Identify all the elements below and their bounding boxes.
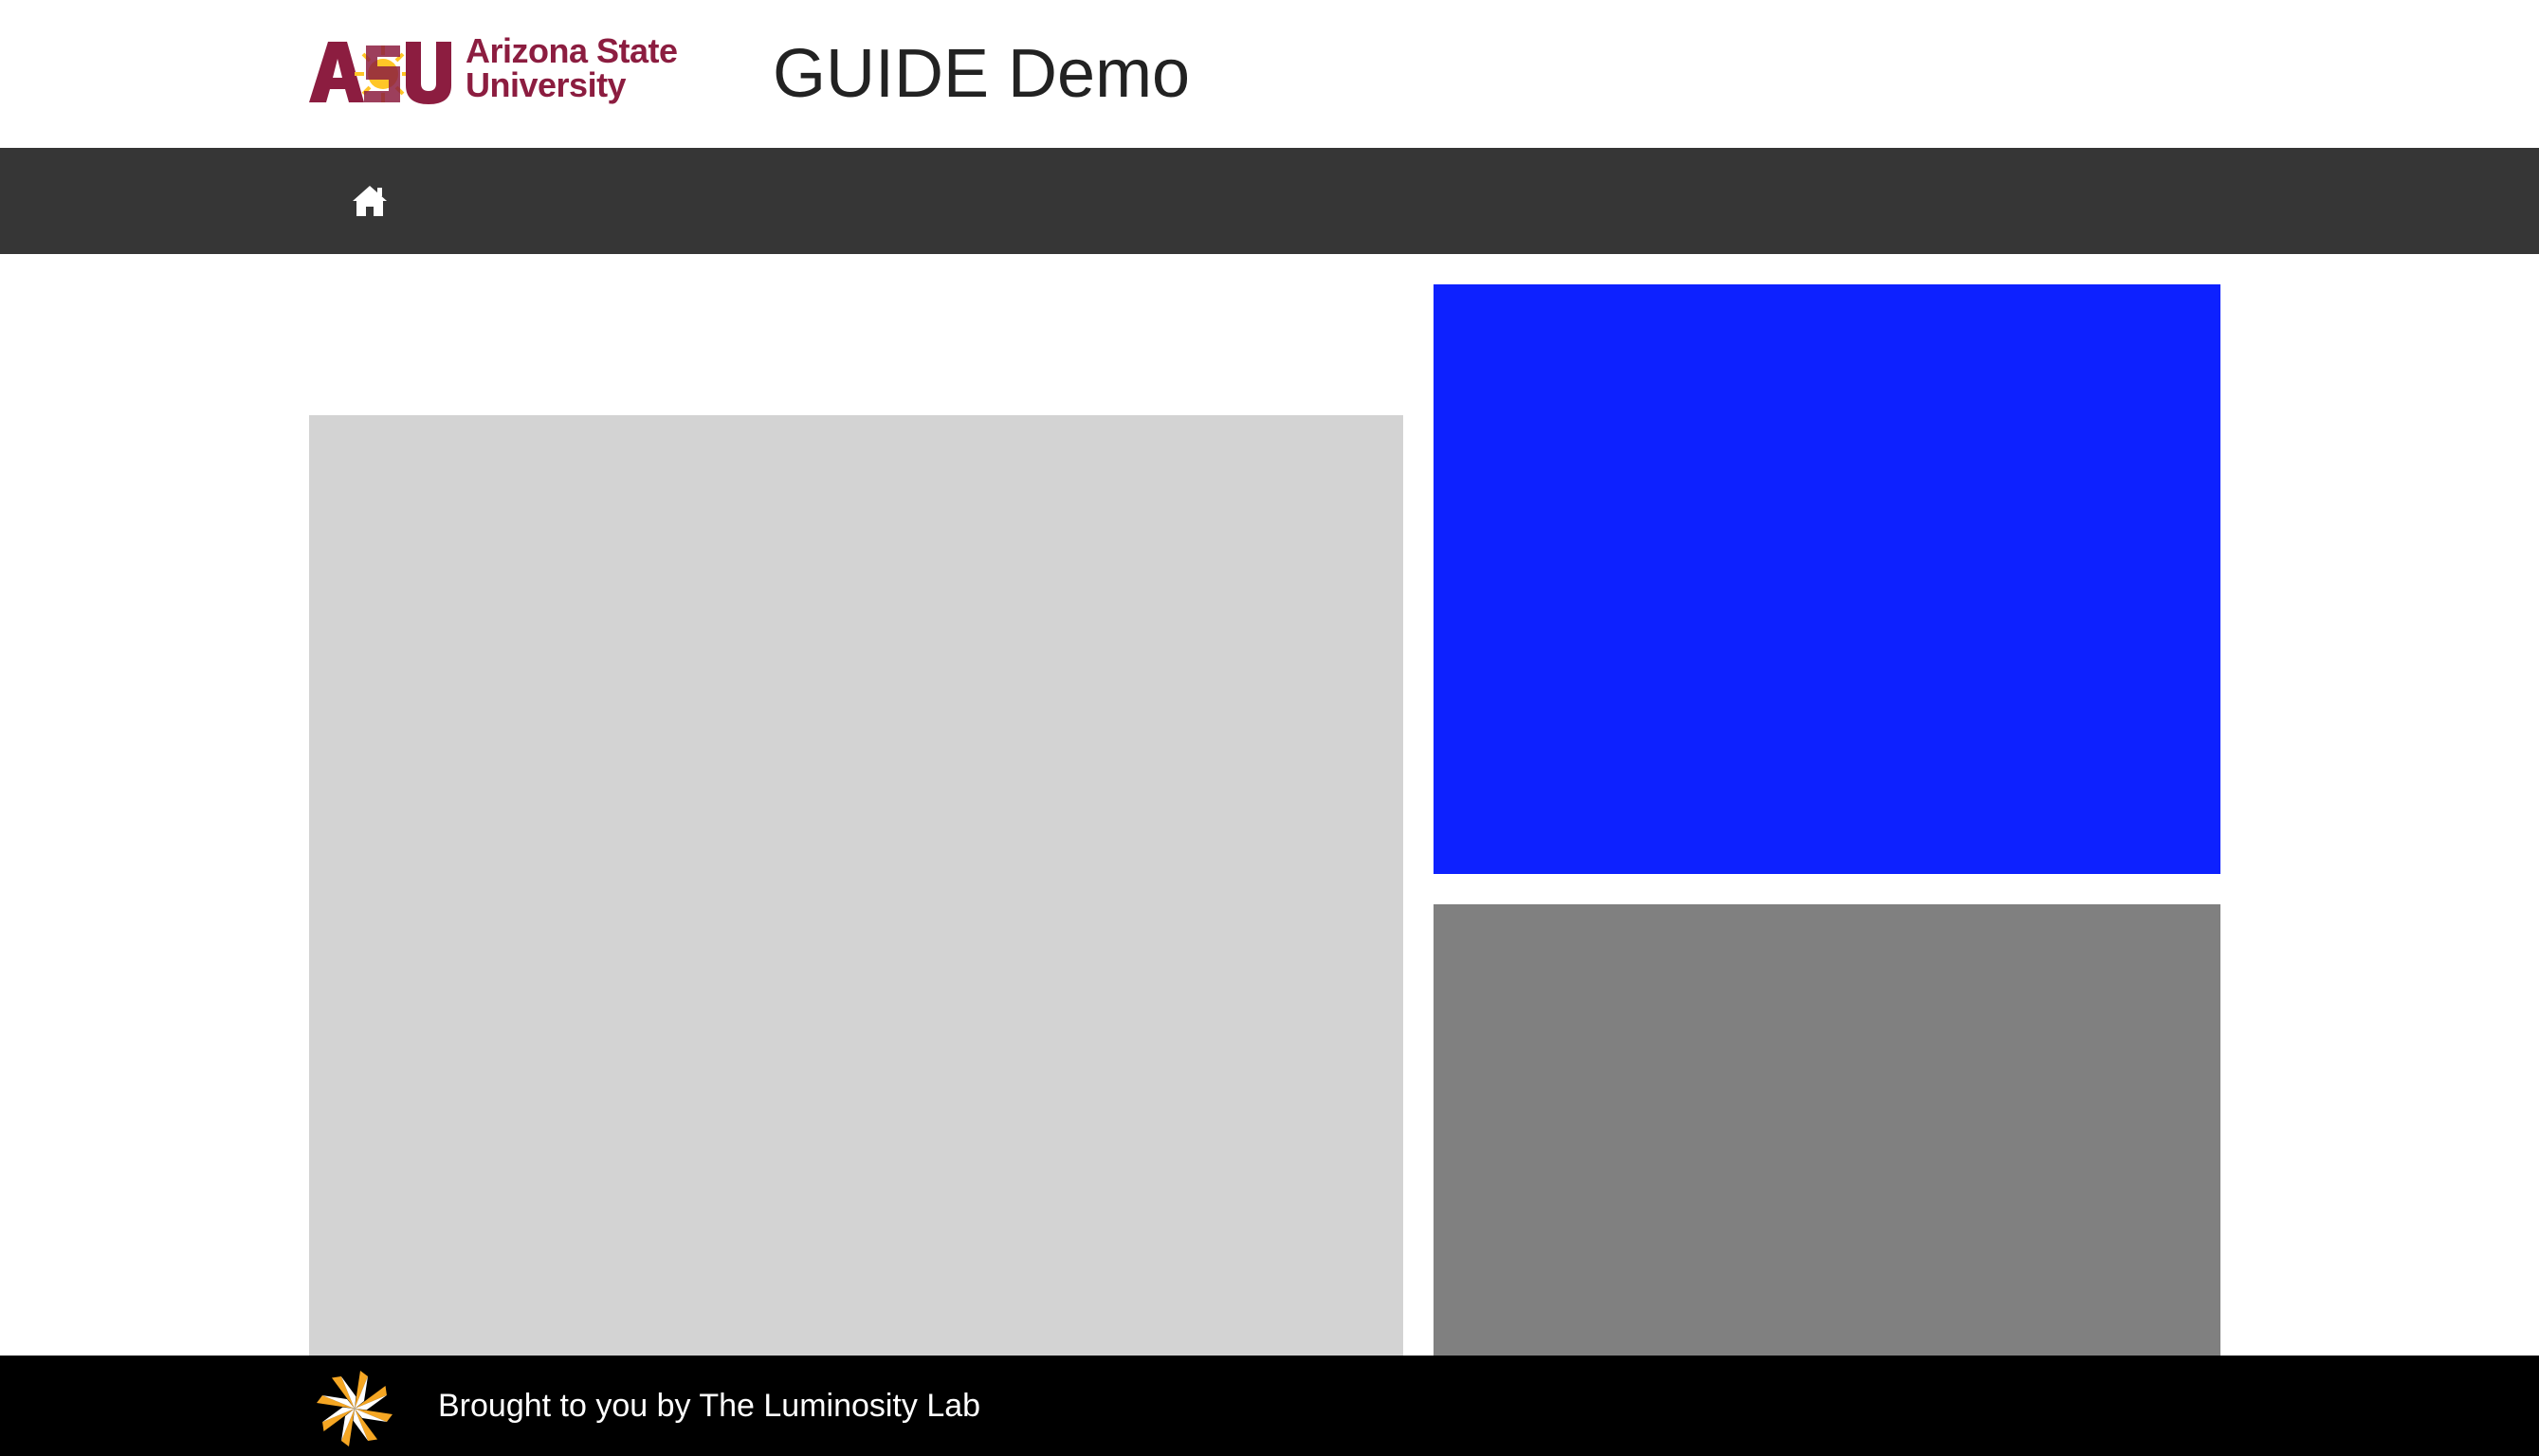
home-icon xyxy=(353,186,387,216)
main-content-panel xyxy=(309,415,1403,1365)
page-footer: Brought to you by The Luminosity Lab xyxy=(0,1356,2539,1456)
asu-name-line2: University xyxy=(466,65,627,104)
asu-logo[interactable]: Arizona State University xyxy=(309,34,690,114)
asu-sunburst-logo xyxy=(309,42,451,104)
page-header: Arizona State University GUIDE Demo xyxy=(0,0,2539,148)
sidebar-bottom-panel xyxy=(1434,904,2220,1365)
asu-name-line1: Arizona State xyxy=(466,31,678,70)
main-navbar xyxy=(0,148,2539,254)
page-title: GUIDE Demo xyxy=(773,36,1191,112)
home-button[interactable] xyxy=(339,174,400,228)
footer-credit: Brought to you by The Luminosity Lab xyxy=(438,1388,981,1424)
sidebar-top-panel xyxy=(1434,284,2220,874)
luminosity-lab-logo-icon xyxy=(317,1371,393,1447)
asu-name: Arizona State University xyxy=(466,34,693,102)
